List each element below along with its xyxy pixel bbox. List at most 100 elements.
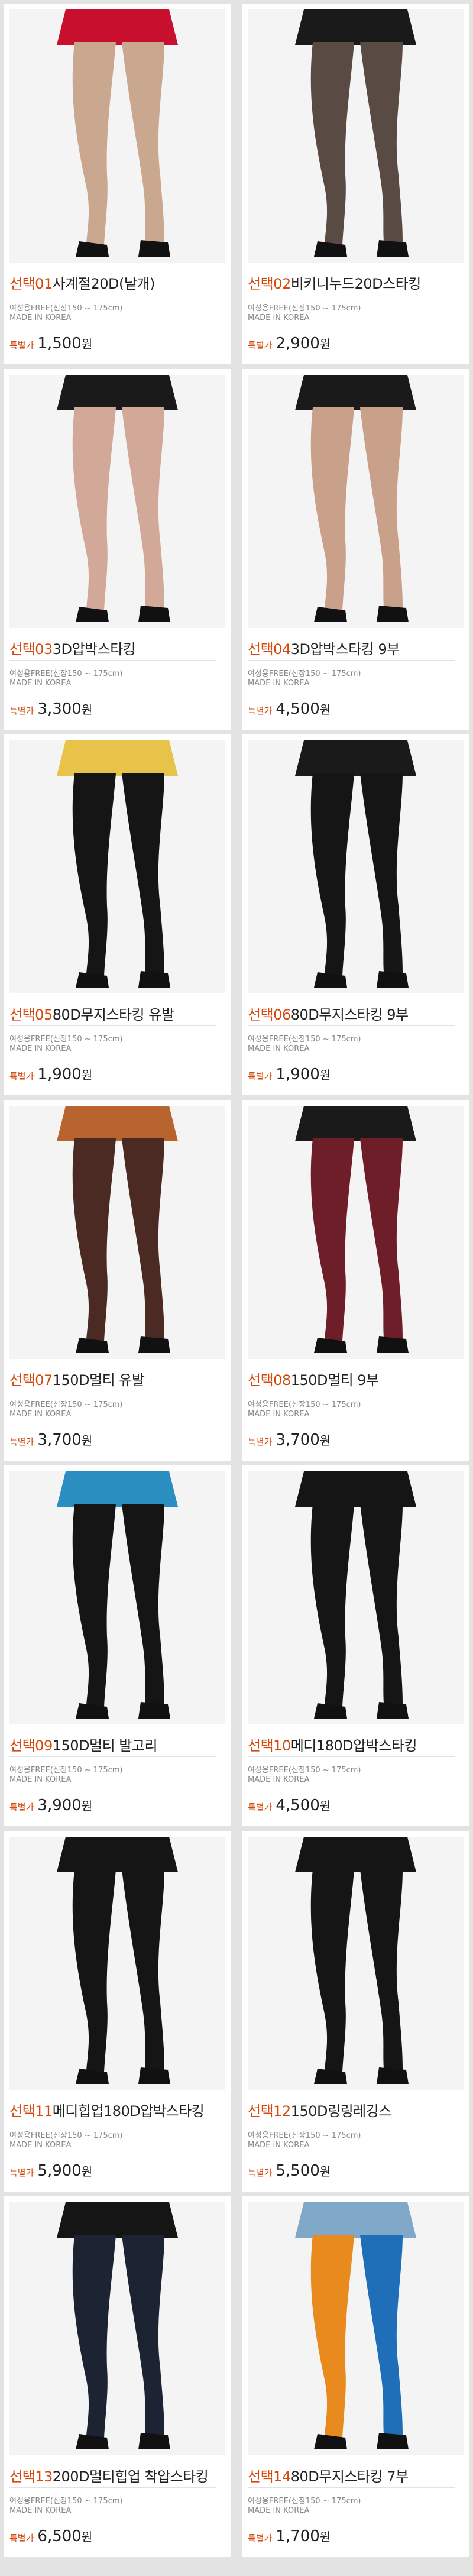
price-amount: 6,500 (37, 2528, 82, 2545)
product-card[interactable]: 선택13200D멀티힙업 착압스타킹 여성용FREE(신장150 ~ 175cm… (4, 2196, 231, 2557)
product-select-prefix: 선택 (9, 1737, 35, 1754)
product-title[interactable]: 선택13200D멀티힙업 착압스타킹 (9, 2465, 225, 2486)
product-select-prefix: 선택 (9, 1372, 35, 1389)
right-shoe-shape (377, 2067, 409, 2084)
product-image[interactable] (248, 1106, 464, 1359)
left-leg-shape (72, 773, 116, 976)
product-card[interactable]: 선택07150D멀티 유발 여성용FREE(신장150 ~ 175cm) MAD… (4, 1100, 231, 1461)
price-currency: 원 (319, 1799, 331, 1813)
product-number: 10 (273, 1737, 291, 1754)
product-image[interactable] (9, 740, 225, 993)
product-card[interactable]: 선택01사계절20D(낱개) 여성용FREE(신장150 ~ 175cm) MA… (4, 4, 231, 364)
price-currency: 원 (319, 2164, 331, 2179)
product-origin: MADE IN KOREA (248, 1044, 310, 1053)
product-origin: MADE IN KOREA (9, 1410, 72, 1419)
product-number: 01 (35, 276, 53, 292)
product-image[interactable] (248, 1471, 464, 1724)
product-name: 비키니누드20D스타킹 (290, 276, 422, 292)
garment-shape (57, 2202, 178, 2238)
product-image[interactable] (248, 2202, 464, 2455)
product-title[interactable]: 선택11메디힙업180D압박스타킹 (9, 2099, 225, 2120)
divider (9, 660, 216, 661)
right-leg-shape (122, 1138, 164, 1339)
garment-shape (57, 375, 178, 410)
product-title[interactable]: 선택09150D멀티 발고리 (9, 1734, 225, 1755)
product-origin: MADE IN KOREA (9, 1044, 72, 1053)
product-number: 12 (273, 2103, 291, 2119)
garment-shape (57, 1106, 178, 1141)
product-origin: MADE IN KOREA (248, 2141, 310, 2150)
product-card[interactable]: 선택1480D무지스타킹 7부 여성용FREE(신장150 ~ 175cm) M… (242, 2196, 469, 2557)
right-leg-shape (360, 1869, 403, 2070)
legs-illustration (295, 1837, 416, 2084)
product-grid: 선택01사계절20D(낱개) 여성용FREE(신장150 ~ 175cm) MA… (4, 4, 469, 2562)
product-row: 선택11메디힙업180D압박스타킹 여성용FREE(신장150 ~ 175cm)… (4, 1831, 469, 2196)
product-origin: MADE IN KOREA (248, 1775, 310, 1784)
legs-illustration (57, 9, 178, 257)
product-row: 선택07150D멀티 유발 여성용FREE(신장150 ~ 175cm) MAD… (4, 1100, 469, 1465)
product-card[interactable]: 선택08150D멀티 9부 여성용FREE(신장150 ~ 175cm) MAD… (242, 1100, 469, 1461)
left-leg-shape (310, 1504, 354, 1707)
legs-illustration (295, 375, 416, 622)
product-size: 여성용FREE(신장150 ~ 175cm) (9, 2131, 123, 2140)
product-image[interactable] (9, 2202, 225, 2455)
price-amount: 1,900 (276, 1066, 320, 1083)
product-card[interactable]: 선택033D압박스타킹 여성용FREE(신장150 ~ 175cm) MADE … (4, 369, 231, 730)
product-image[interactable] (248, 9, 464, 263)
product-title[interactable]: 선택12150D링링레깅스 (248, 2099, 464, 2120)
divider (248, 1025, 455, 1026)
product-card[interactable]: 선택10메디180D압박스타킹 여성용FREE(신장150 ~ 175cm) M… (242, 1465, 469, 1826)
product-title[interactable]: 선택08150D멀티 9부 (248, 1368, 464, 1389)
product-title[interactable]: 선택01사계절20D(낱개) (9, 272, 225, 293)
product-image[interactable] (9, 1837, 225, 2090)
legs-illustration (57, 2202, 178, 2449)
garment-shape (295, 375, 416, 410)
product-title[interactable]: 선택043D압박스타킹 9부 (248, 637, 464, 658)
product-card[interactable]: 선택0580D무지스타킹 유발 여성용FREE(신장150 ~ 175cm) M… (4, 734, 231, 1095)
product-image[interactable] (9, 375, 225, 628)
product-image[interactable] (9, 9, 225, 263)
product-price: 특별가 3,700원 (248, 1431, 331, 1449)
product-name: 80D무지스타킹 9부 (290, 1007, 409, 1023)
product-price: 특별가 4,500원 (248, 1797, 331, 1814)
price-currency: 원 (81, 1799, 93, 1813)
product-price: 특별가 1,700원 (248, 2528, 331, 2545)
right-shoe-shape (377, 1702, 409, 1719)
right-leg-shape (122, 1504, 164, 1704)
product-price: 특별가 1,900원 (248, 1066, 331, 1083)
right-leg-shape (122, 42, 164, 242)
product-title[interactable]: 선택1480D무지스타킹 7부 (248, 2465, 464, 2486)
price-currency: 원 (81, 1433, 93, 1448)
product-size: 여성용FREE(신장150 ~ 175cm) (9, 2497, 123, 2506)
product-card[interactable]: 선택11메디힙업180D압박스타킹 여성용FREE(신장150 ~ 175cm)… (4, 1831, 231, 2192)
right-leg-shape (360, 773, 403, 973)
product-image[interactable] (248, 740, 464, 993)
product-title[interactable]: 선택0680D무지스타킹 9부 (248, 1003, 464, 1024)
price-currency: 원 (319, 1068, 331, 1082)
product-title[interactable]: 선택0580D무지스타킹 유발 (9, 1003, 225, 1024)
product-row: 선택01사계절20D(낱개) 여성용FREE(신장150 ~ 175cm) MA… (4, 4, 469, 369)
price-currency: 원 (81, 2164, 93, 2179)
price-amount: 5,900 (37, 2162, 82, 2180)
right-shoe-shape (377, 1336, 409, 1353)
price-currency: 원 (319, 337, 331, 351)
product-image[interactable] (248, 375, 464, 628)
product-image[interactable] (248, 1837, 464, 2090)
product-image[interactable] (9, 1471, 225, 1724)
product-title[interactable]: 선택033D압박스타킹 (9, 637, 225, 658)
product-price: 특별가 3,300원 (9, 700, 92, 718)
product-title[interactable]: 선택07150D멀티 유발 (9, 1368, 225, 1389)
left-leg-shape (310, 773, 354, 976)
right-leg-shape (122, 407, 164, 608)
product-title[interactable]: 선택02비키니누드20D스타킹 (248, 272, 464, 293)
left-leg-shape (310, 407, 354, 610)
product-card[interactable]: 선택0680D무지스타킹 9부 여성용FREE(신장150 ~ 175cm) M… (242, 734, 469, 1095)
product-image[interactable] (9, 1106, 225, 1359)
product-card[interactable]: 선택02비키니누드20D스타킹 여성용FREE(신장150 ~ 175cm) M… (242, 4, 469, 364)
product-card[interactable]: 선택09150D멀티 발고리 여성용FREE(신장150 ~ 175cm) MA… (4, 1465, 231, 1826)
product-card[interactable]: 선택12150D링링레깅스 여성용FREE(신장150 ~ 175cm) MAD… (242, 1831, 469, 2192)
product-card[interactable]: 선택043D압박스타킹 9부 여성용FREE(신장150 ~ 175cm) MA… (242, 369, 469, 730)
product-title[interactable]: 선택10메디180D압박스타킹 (248, 1734, 464, 1755)
product-row: 선택13200D멀티힙업 착압스타킹 여성용FREE(신장150 ~ 175cm… (4, 2196, 469, 2562)
product-select-prefix: 선택 (248, 2468, 274, 2485)
